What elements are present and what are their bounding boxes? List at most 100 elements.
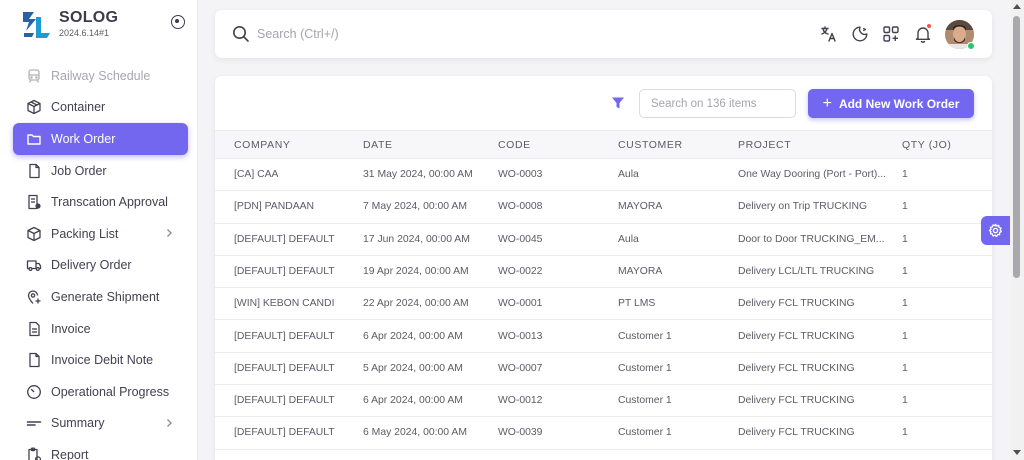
package-icon [26, 226, 42, 242]
theme-customizer-button[interactable] [981, 216, 1010, 245]
add-new-work-order-button[interactable]: + Add New Work Order [808, 89, 974, 118]
top-navbar [215, 10, 992, 58]
cell-customer: Customer 1 [618, 395, 672, 407]
cell-date: 6 Apr 2024, 00:00 AM [363, 395, 463, 407]
translate-icon[interactable] [820, 25, 838, 43]
brand-name: SOLOG [59, 9, 119, 26]
cell-qty: 1 [902, 395, 908, 407]
filter-icon[interactable] [611, 96, 625, 110]
sidebar-item-label: Invoice [51, 321, 91, 336]
cell-date: 7 May 2024, 00:00 AM [363, 201, 467, 213]
folder-icon [26, 131, 42, 147]
sidebar-item-label: Job Order [51, 163, 107, 178]
sidebar-item-invoice-debit-note[interactable]: Invoice Debit Note [13, 344, 188, 376]
sidebar-item-delivery-order[interactable]: Delivery Order [13, 250, 188, 282]
cell-company: [DEFAULT] DEFAULT [234, 265, 335, 277]
sidebar-item-summary[interactable]: Summary [13, 408, 188, 440]
search-icon [233, 26, 249, 42]
cell-project: Delivery FCL TRUCKING [738, 298, 855, 310]
cell-qty: 1 [902, 265, 908, 277]
cell-qty: 1 [902, 233, 908, 245]
cell-qty: 1 [902, 298, 908, 310]
scroll-down-arrow-icon[interactable] [1013, 450, 1021, 455]
chevron-right-icon [167, 418, 172, 427]
brand[interactable]: SOLOG 2024.6.14#1 [20, 8, 190, 44]
cell-code: WO-0039 [498, 427, 543, 439]
file-approval-icon [26, 194, 42, 210]
cell-company: [PDN] PANDAAN [234, 201, 315, 213]
column-header-code[interactable]: CODE [498, 139, 531, 151]
table-row[interactable]: [DEFAULT] DEFAULT 17 Jun 2024, 00:00 AM … [215, 224, 992, 256]
table-row[interactable]: [DEFAULT] DEFAULT 5 Apr 2024, 00:00 AM W… [215, 353, 992, 386]
cell-project: Door to Door TRUCKING_EM... [738, 233, 885, 245]
sidebar-item-label: Generate Shipment [51, 289, 160, 304]
cell-qty: 1 [902, 201, 908, 213]
table-row[interactable]: [DEFAULT] DEFAULT 6 May 2024, 00:00 AM W… [215, 417, 992, 450]
cell-qty: 1 [902, 362, 908, 374]
cell-code: WO-0022 [498, 265, 543, 277]
table-search-input[interactable] [639, 89, 796, 118]
cell-code: WO-0001 [498, 298, 543, 310]
sidebar-item-label: Packing List [51, 226, 119, 241]
sidebar-item-work-order[interactable]: Work Order [13, 123, 188, 155]
sidebar-item-transcation-approval[interactable]: Transcation Approval [13, 186, 188, 218]
column-header-qty[interactable]: QTY (JO) [902, 139, 952, 151]
cell-code: WO-0003 [498, 169, 543, 180]
cell-date: 6 Apr 2024, 00:00 AM [363, 330, 463, 342]
cell-customer: Customer 1 [618, 427, 672, 439]
chevron-right-icon [167, 229, 172, 237]
cell-company: [WIN] KEBON CANDI [234, 298, 335, 310]
scroll-up-arrow-icon[interactable] [1013, 4, 1021, 9]
cell-project: Delivery FCL TRUCKING [738, 395, 855, 407]
cell-qty: 1 [902, 169, 908, 180]
sidebar-item-packing-list[interactable]: Packing List [13, 218, 188, 250]
truck-icon [26, 257, 42, 273]
sidebar-item-label: Work Order [51, 131, 116, 146]
table-row[interactable]: [WIN] KEBON CANDI 22 Apr 2024, 00:00 AM … [215, 288, 992, 321]
cell-company: [DEFAULT] DEFAULT [234, 427, 335, 439]
scrollbar-thumb[interactable] [1013, 16, 1020, 278]
lines-icon [26, 415, 42, 431]
table-row[interactable]: [PDN] PANDAAN 7 May 2024, 00:00 AM WO-00… [215, 191, 992, 224]
column-header-date[interactable]: DATE [363, 139, 393, 151]
sidebar-item-job-order[interactable]: Job Order [13, 155, 188, 187]
invoice-icon [26, 321, 42, 337]
table-row[interactable]: [DEFAULT] DEFAULT 6 Apr 2024, 00:00 AM W… [215, 385, 992, 418]
sidebar-item-operational-progress[interactable]: Operational Progress [13, 376, 188, 408]
cell-project: Delivery on Trip TRUCKING [738, 201, 868, 213]
box-icon [26, 99, 42, 115]
dark-mode-icon[interactable] [851, 25, 869, 43]
sidebar-toggle-button[interactable] [171, 15, 185, 29]
table-row[interactable]: [DEFAULT] DEFAULT 19 Apr 2024, 00:00 AM … [215, 256, 992, 289]
notification-bell-icon[interactable] [914, 23, 932, 43]
sidebar-item-railway-schedule[interactable]: Railway Schedule [13, 60, 188, 92]
cell-customer: Customer 1 [618, 330, 672, 342]
cell-date: 5 Apr 2024, 00:00 AM [363, 362, 463, 374]
map-pin-plus-icon [26, 289, 42, 305]
column-header-company[interactable]: COMPANY [234, 139, 291, 151]
sidebar: SOLOG 2024.6.14#1 Railway Schedule Conta… [0, 0, 198, 460]
brand-version: 2024.6.14#1 [59, 28, 110, 38]
cell-customer: Aula [618, 169, 639, 180]
sidebar-item-label: Container [51, 100, 106, 115]
gear-icon [988, 223, 1003, 238]
online-status-dot [967, 42, 975, 50]
sidebar-item-report[interactable]: Report [13, 439, 188, 460]
cell-project: Delivery FCL TRUCKING [738, 362, 855, 374]
sidebar-item-label: Summary [51, 416, 105, 431]
apps-grid-icon[interactable] [882, 25, 900, 43]
cell-customer: MAYORA [618, 265, 663, 277]
sidebar-item-container[interactable]: Container [13, 92, 188, 124]
column-header-customer[interactable]: CUSTOMER [618, 139, 683, 151]
notification-dot [926, 23, 932, 29]
table-row[interactable]: [DEFAULT] DEFAULT 6 Apr 2024, 00:00 AM W… [215, 321, 992, 353]
column-header-project[interactable]: PROJECT [738, 139, 791, 151]
user-avatar[interactable] [945, 20, 975, 50]
cell-date: 6 May 2024, 00:00 AM [363, 427, 467, 439]
sidebar-item-invoice[interactable]: Invoice [13, 313, 188, 345]
table-header: COMPANY DATE CODE CUSTOMER PROJECT QTY (… [215, 130, 992, 159]
sidebar-item-generate-shipment[interactable]: Generate Shipment [13, 281, 188, 313]
cell-company: [DEFAULT] DEFAULT [234, 233, 335, 245]
global-search-input[interactable] [257, 24, 557, 44]
table-row[interactable]: [CA] CAA 31 May 2024, 00:00 AM WO-0003 A… [215, 159, 992, 192]
